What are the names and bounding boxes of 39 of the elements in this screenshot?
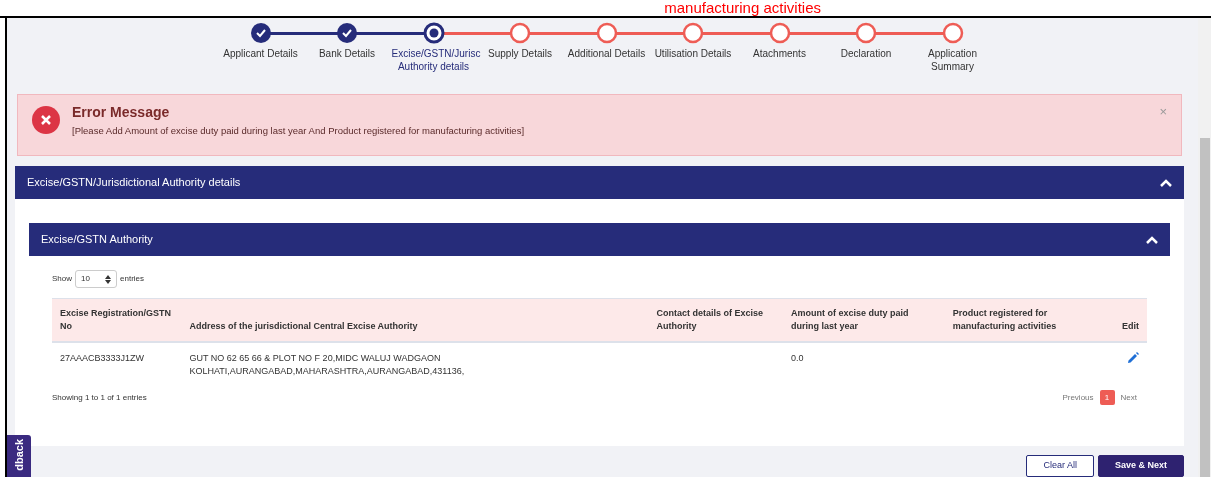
sort-caret-icon (105, 274, 111, 284)
step-label[interactable]: Additional Details (564, 47, 649, 60)
show-label: Show (52, 273, 72, 285)
step-label[interactable]: Atachments (737, 47, 822, 60)
banner-heading: manufacturing activities (664, 0, 821, 16)
section-title: Excise/GSTN/Jurisdictional Authority details (27, 175, 241, 191)
column-header: Amount of excise duty paid during last year (783, 298, 945, 342)
column-header: Excise Registration/GSTN No (52, 298, 182, 342)
subsection-title: Excise/GSTN Authority (41, 232, 153, 248)
step-label[interactable]: Declaration (824, 47, 908, 60)
chevron-icon[interactable] (1160, 178, 1172, 187)
table-info: Showing 1 to 1 of 1 entries (52, 391, 147, 404)
save-next-button[interactable]: Save & Next (1097, 455, 1184, 477)
section-header[interactable]: Excise/GSTN/Jurisdictional Authority details (15, 166, 1184, 199)
error-title: Error Message (72, 103, 171, 121)
previous-link[interactable]: Previous (1062, 391, 1094, 404)
column-header: Edit (1096, 298, 1147, 342)
error-message: [Please Add Amount of excise duty paid during last year And Product registered for manufacturing activities] (72, 124, 526, 138)
entries-value: 10 (81, 273, 90, 285)
chevron-icon[interactable] (1146, 235, 1158, 244)
step-label[interactable]: Application Summary (910, 47, 995, 73)
column-header: Address of the jurisdictional Central Excise Authority (181, 298, 649, 342)
step-label[interactable]: Bank Details (305, 47, 389, 60)
table-cell: 27AAACB3333J1ZW (60, 353, 145, 363)
step-label[interactable]: Utilisation Details (651, 47, 735, 60)
feedback-tab[interactable]: dback (7, 435, 31, 477)
table-cell: 0.0 (791, 353, 804, 363)
step-label[interactable]: Applicant Details (218, 47, 303, 60)
scrollbar[interactable] (1198, 18, 1211, 477)
table-cell: GUT NO 62 65 66 & PLOT NO F 20,MIDC WALUJ WADGAON KOLHATI,AURANGABAD,MAHARASHTRA,AURANGABAD,431136, (189, 353, 465, 376)
clear-button[interactable]: Clear All (1026, 455, 1094, 477)
error-icon (32, 106, 60, 134)
entries-label: entries (120, 273, 145, 285)
column-header: Product registered for manufacturing activities (944, 298, 1097, 342)
column-header: Contact details of Excise Authority (648, 298, 783, 342)
subsection-header[interactable]: Excise/GSTN Authority (29, 223, 1170, 256)
next-link[interactable]: Next (1120, 391, 1137, 404)
pencil-icon[interactable] (1127, 351, 1139, 364)
entries-select[interactable]: 10 (75, 270, 117, 288)
